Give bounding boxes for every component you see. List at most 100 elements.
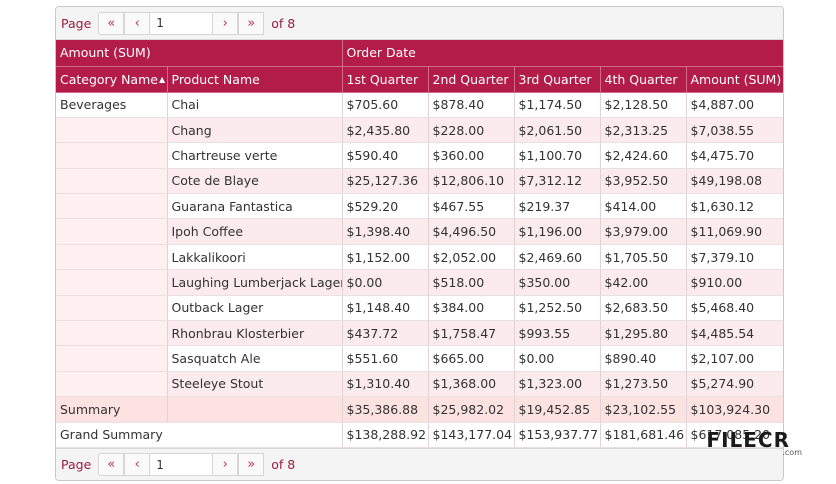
next-page-button[interactable]: ›: [212, 11, 239, 35]
page-label: Page: [61, 15, 92, 31]
product-name-cell: Guarana Fantastica: [167, 193, 343, 220]
pager-top: Page « ‹ › » of 8: [56, 7, 783, 40]
category-cell-empty: [56, 269, 168, 296]
q4-value-cell: $414.00: [600, 193, 687, 220]
q3-value-cell: $0.00: [514, 345, 601, 372]
q2-value-cell: $384.00: [428, 295, 515, 322]
page-number-input[interactable]: [150, 453, 213, 477]
q4-value-cell: $42.00: [600, 269, 687, 296]
last-page-button[interactable]: »: [238, 11, 265, 35]
prev-page-button[interactable]: ‹: [124, 453, 151, 477]
total-value-cell: $11,069.90: [686, 218, 783, 245]
next-page-button[interactable]: ›: [212, 453, 239, 477]
q1-value-cell: $25,127.36: [342, 168, 429, 195]
q1-value-cell: $437.72: [342, 320, 429, 347]
category-cell-empty: [56, 371, 168, 398]
q3-value-cell: $350.00: [514, 269, 601, 296]
table-row: Cote de Blaye $25,127.36 $12,806.10 $7,312.…: [56, 168, 783, 195]
q3-value-cell: $993.55: [514, 320, 601, 347]
product-name-cell: Ipoh Coffee: [167, 218, 343, 245]
product-name-cell: Rhonbrau Klosterbier: [167, 320, 343, 347]
q2-value-cell: $1,368.00: [428, 371, 515, 398]
q1-value-cell: $529.20: [342, 193, 429, 220]
double-chevron-right-icon: »: [247, 457, 256, 473]
product-name-cell: Steeleye Stout: [167, 371, 343, 398]
table-row: Chartreuse verte $590.40 $360.00 $1,100.70 $…: [56, 142, 783, 169]
q1-value-cell: $0.00: [342, 269, 429, 296]
q3-value-cell: $1,252.50: [514, 295, 601, 322]
product-name-cell: Chai: [167, 92, 343, 118]
product-name-cell: Lakkalikoori: [167, 244, 343, 271]
q3-value-cell: $219.37: [514, 193, 601, 220]
page-count-label: of 8: [271, 15, 296, 31]
q3-value-cell: $1,196.00: [514, 218, 601, 245]
summary-total-cell: $103,924.30: [686, 396, 783, 423]
table-row: Rhonbrau Klosterbier $437.72 $1,758.47 $993…: [56, 320, 783, 347]
q3-value-cell: $1,323.00: [514, 371, 601, 398]
summary-q3-cell: $19,452.85: [514, 396, 601, 423]
pivot-body: Beverages Chai $705.60 $878.40 $1,174.50 $2,1…: [56, 92, 783, 448]
first-page-button[interactable]: «: [98, 11, 125, 35]
page-number-input[interactable]: [150, 11, 213, 35]
q2-value-cell: $2,052.00: [428, 244, 515, 271]
summary-label: Summary: [56, 396, 168, 423]
total-value-cell: $7,038.55: [686, 117, 783, 144]
q1-header[interactable]: 1st Quarter: [342, 66, 429, 93]
total-value-cell: $5,274.90: [686, 371, 783, 398]
q4-value-cell: $1,273.50: [600, 371, 687, 398]
q2-value-cell: $228.00: [428, 117, 515, 144]
q1-value-cell: $1,148.40: [342, 295, 429, 322]
total-value-cell: $7,379.10: [686, 244, 783, 271]
chevron-left-icon: ‹: [134, 457, 140, 473]
pivot-grid: Page « ‹ › » of 8 Amount (SUM) Order Dat…: [55, 6, 784, 481]
double-chevron-left-icon: «: [107, 457, 116, 473]
product-name-label: Product Name: [171, 71, 260, 87]
prev-page-button[interactable]: ‹: [124, 11, 151, 35]
data-field-label: Amount (SUM): [60, 45, 151, 61]
table-row: Laughing Lumberjack Lager $0.00 $518.00 $35…: [56, 269, 783, 296]
q1-value-cell: $1,398.40: [342, 218, 429, 245]
product-name-header[interactable]: Product Name: [167, 66, 343, 93]
total-header[interactable]: Amount (SUM): [686, 66, 783, 93]
q2-header[interactable]: 2nd Quarter: [428, 66, 515, 93]
category-cell-empty: [56, 168, 168, 195]
q4-value-cell: $2,313.25: [600, 117, 687, 144]
watermark-domain: .com: [782, 448, 802, 457]
product-name-cell: Laughing Lumberjack Lager: [167, 269, 343, 296]
pager-bottom: Page « ‹ › » of 8: [56, 447, 783, 480]
q1-value-cell: $551.60: [342, 345, 429, 372]
summary-q2-cell: $25,982.02: [428, 396, 515, 423]
column-field-header[interactable]: Order Date: [342, 40, 783, 67]
q4-value-cell: $1,705.50: [600, 244, 687, 271]
chevron-right-icon: ›: [222, 457, 228, 473]
sort-ascending-icon: ▲: [158, 74, 166, 84]
category-name-header[interactable]: Category Name▲: [56, 66, 168, 93]
category-cell-empty: [56, 117, 168, 144]
double-chevron-left-icon: «: [107, 15, 116, 31]
table-row: Beverages Chai $705.60 $878.40 $1,174.50 $2,1…: [56, 92, 783, 118]
grand-q2-cell: $143,177.04: [428, 422, 515, 448]
summary-row: Summary $35,386.88 $25,982.02 $19,452.85 $23…: [56, 396, 783, 423]
table-row: Sasquatch Ale $551.60 $665.00 $0.00 $890.40 $…: [56, 345, 783, 372]
q4-header[interactable]: 4th Quarter: [600, 66, 687, 93]
data-field-header[interactable]: Amount (SUM): [56, 40, 343, 67]
total-value-cell: $4,475.70: [686, 142, 783, 169]
q1-value-cell: $1,152.00: [342, 244, 429, 271]
total-value-cell: $49,198.08: [686, 168, 783, 195]
q1-value-cell: $1,310.40: [342, 371, 429, 398]
total-value-cell: $2,107.00: [686, 345, 783, 372]
q2-value-cell: $360.00: [428, 142, 515, 169]
total-value-cell: $910.00: [686, 269, 783, 296]
q3-header[interactable]: 3rd Quarter: [514, 66, 601, 93]
first-page-button[interactable]: «: [98, 453, 125, 477]
category-cell: Beverages: [56, 92, 168, 118]
q3-value-cell: $2,061.50: [514, 117, 601, 144]
category-cell-empty: [56, 295, 168, 322]
q2-value-cell: $878.40: [428, 92, 515, 118]
q2-value-cell: $518.00: [428, 269, 515, 296]
grand-total-cell: $617,085.20: [686, 422, 783, 448]
q2-value-cell: $4,496.50: [428, 218, 515, 245]
q4-value-cell: $890.40: [600, 345, 687, 372]
last-page-button[interactable]: »: [238, 453, 265, 477]
table-row: Outback Lager $1,148.40 $384.00 $1,252.50 $2…: [56, 295, 783, 322]
